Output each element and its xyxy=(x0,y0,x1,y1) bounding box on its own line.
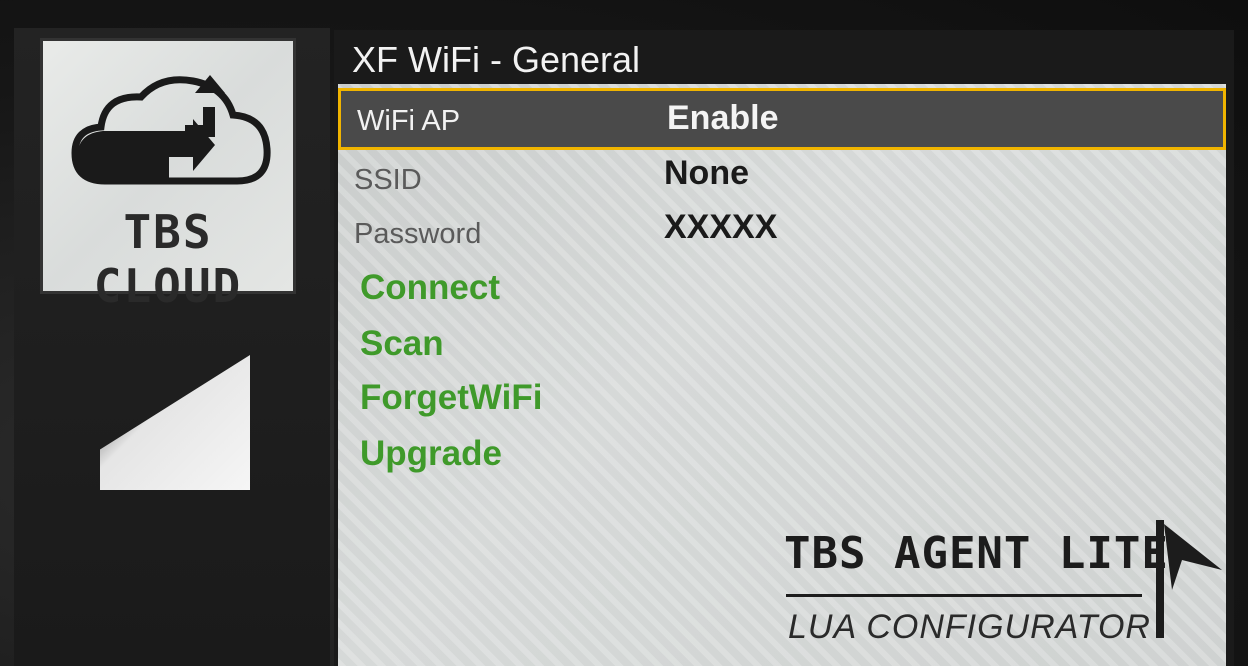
cloud-sync-icon xyxy=(71,75,271,185)
setting-label: Password xyxy=(354,218,482,250)
setting-label: SSID xyxy=(354,164,422,196)
agent-lite-flag-icon xyxy=(1156,520,1222,638)
setting-value[interactable]: None xyxy=(664,154,749,193)
tbs-cloud-logo: TBS CLOUD xyxy=(40,38,296,313)
logo-text: TBS CLOUD xyxy=(93,205,243,313)
scan-button[interactable]: Scan xyxy=(360,324,444,364)
agent-lite-branding: TBS AGENT LITE LUA CONFIGURATOR xyxy=(784,520,1224,656)
upgrade-button[interactable]: Upgrade xyxy=(360,434,502,474)
setting-value[interactable]: Enable xyxy=(667,99,778,138)
brand-subtitle: LUA CONFIGURATOR xyxy=(788,608,1151,646)
setting-label: WiFi AP xyxy=(357,105,461,137)
setting-row-ssid[interactable]: SSID None xyxy=(338,152,1226,208)
setting-row-password[interactable]: Password XXXXX xyxy=(338,206,1226,262)
brand-product: TBS AGENT LITE xyxy=(784,528,1169,579)
brand-divider xyxy=(786,594,1142,597)
forget-wifi-button[interactable]: ForgetWiFi xyxy=(360,378,542,418)
connect-button[interactable]: Connect xyxy=(360,268,500,308)
page-title: XF WiFi - General xyxy=(352,39,641,80)
setting-value[interactable]: XXXXX xyxy=(664,208,777,247)
setting-row-wifi-ap[interactable]: WiFi AP Enable xyxy=(338,88,1226,150)
